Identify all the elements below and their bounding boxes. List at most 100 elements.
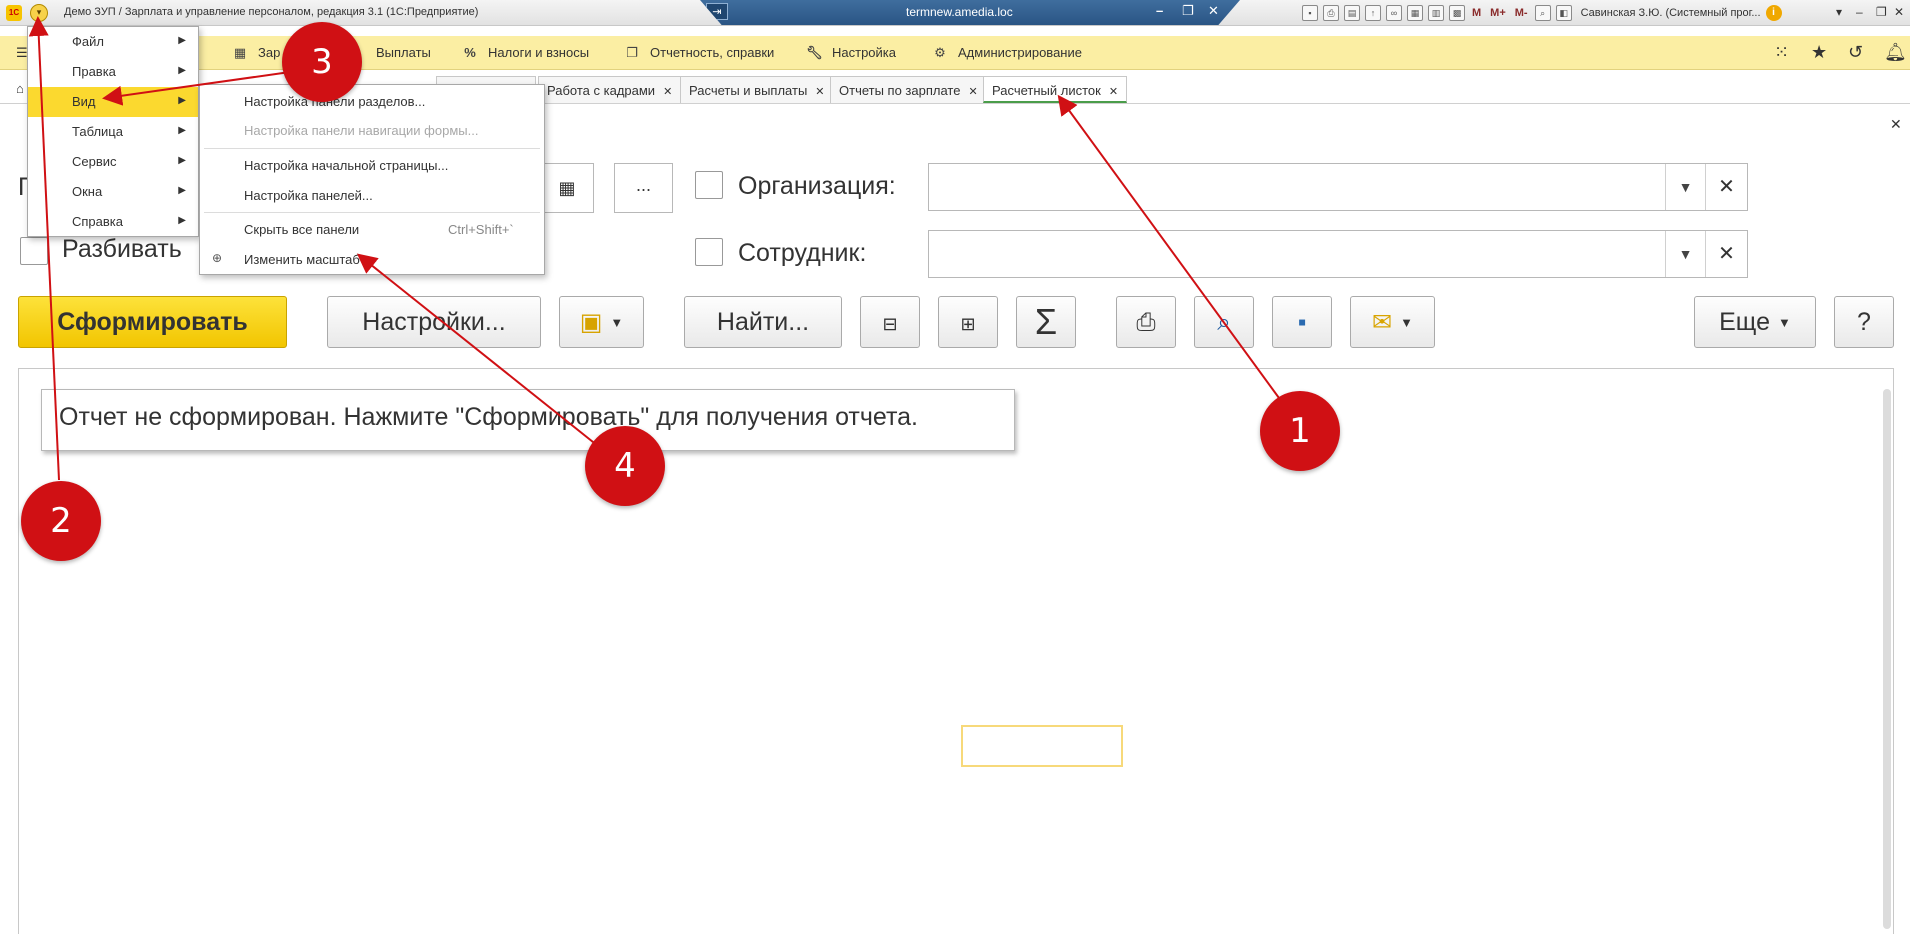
remote-restore-button[interactable]: ❐ xyxy=(1182,3,1194,19)
gear-icon: ⚙ xyxy=(934,45,946,60)
restore-button[interactable]: ❐ xyxy=(1876,5,1887,19)
clear-icon[interactable]: ✕ xyxy=(1705,231,1747,277)
section-administration[interactable]: ⚙ Администрирование xyxy=(932,45,1082,61)
section-taxes[interactable]: % Налоги и взносы xyxy=(462,45,589,60)
mail-icon: ✉ xyxy=(1372,309,1393,336)
chevron-right-icon: ▶ xyxy=(178,155,186,166)
save-icon[interactable]: ▪ xyxy=(1302,5,1318,21)
send-button[interactable]: ✉ ▼ xyxy=(1350,296,1435,348)
remote-session-bar: ⇥ termnew.amedia.loc – ❐ ✕ xyxy=(700,0,1240,25)
vertical-scrollbar[interactable] xyxy=(1883,389,1891,929)
annotation-badge-2: 2 xyxy=(21,481,101,561)
bell-icon[interactable]: 🔔︎ xyxy=(1884,42,1907,63)
pin-icon[interactable]: ⇥ xyxy=(706,3,728,20)
print-button[interactable]: ⎙ xyxy=(1116,296,1176,348)
chevron-down-icon[interactable]: ▾ xyxy=(1836,5,1842,19)
grid-apps-icon[interactable]: ⁙ xyxy=(1774,42,1789,63)
home-icon[interactable]: ⌂ xyxy=(16,81,24,96)
close-icon[interactable]: ✕ xyxy=(663,86,672,98)
calendar-button[interactable]: ▦ xyxy=(540,163,594,213)
employee-checkbox[interactable] xyxy=(695,238,723,266)
preview-icon[interactable]: ▤ xyxy=(1344,5,1360,21)
split-label: Разбивать xyxy=(62,235,182,263)
preview-button[interactable]: ⌕ xyxy=(1194,296,1254,348)
minimize-button[interactable]: – xyxy=(1856,5,1863,19)
memory-mminus-button[interactable]: M- xyxy=(1513,7,1530,19)
period-select-button[interactable]: ... xyxy=(614,163,673,213)
collapse-groups-button[interactable]: ⊟ xyxy=(860,296,920,348)
chevron-right-icon: ▶ xyxy=(178,185,186,196)
close-button[interactable]: ✕ xyxy=(1894,5,1904,19)
printer-icon[interactable]: ⎙ xyxy=(1323,5,1339,21)
close-icon[interactable]: ✕ xyxy=(1109,86,1118,98)
section-settings[interactable]: 🔧︎ Настройка xyxy=(806,45,896,61)
help-button[interactable]: ? xyxy=(1834,296,1894,348)
save-button[interactable]: ▪ xyxy=(1272,296,1332,348)
find-button[interactable]: Найти... xyxy=(684,296,842,348)
upload-icon[interactable]: ↑ xyxy=(1365,5,1381,21)
link-icon[interactable]: ∞ xyxy=(1386,5,1402,21)
section-salary[interactable]: ▦ Зар xyxy=(232,45,280,61)
more-button[interactable]: Еще ▼ xyxy=(1694,296,1816,348)
menu-hamburger-icon[interactable]: ☰ xyxy=(16,45,28,61)
section-payments[interactable]: Выплаты xyxy=(350,45,431,60)
chevron-down-icon[interactable]: ▼ xyxy=(1665,164,1705,210)
section-reports[interactable]: ❐ Отчетность, справки xyxy=(624,45,774,61)
memory-m-button[interactable]: M xyxy=(1470,7,1483,19)
menu-item-view[interactable]: Вид ▶ xyxy=(28,87,198,117)
remote-close-button[interactable]: ✕ xyxy=(1208,3,1219,19)
view-submenu: Настройка панели разделов... Настройка п… xyxy=(199,84,545,275)
menu-item-edit[interactable]: Правка ▶ xyxy=(28,57,198,87)
close-icon[interactable]: ✕ xyxy=(968,86,977,98)
table-icon[interactable]: ▦ xyxy=(1407,5,1423,21)
split-checkbox[interactable] xyxy=(20,237,48,265)
menu-item-windows[interactable]: Окна ▶ xyxy=(28,177,198,207)
star-icon[interactable]: ★ xyxy=(1811,42,1827,63)
panels-icon[interactable]: ◧ xyxy=(1555,5,1572,21)
sum-button[interactable]: Σ xyxy=(1016,296,1076,348)
chevron-down-icon[interactable]: ▼ xyxy=(1665,231,1705,277)
documents-icon: ❐ xyxy=(626,45,638,60)
submenu-panels-settings[interactable]: Настройка панелей... xyxy=(200,181,544,209)
submenu-change-zoom[interactable]: ⊕ Изменить масштаб xyxy=(200,245,544,273)
variant-button[interactable]: ▣ ▼ xyxy=(559,296,644,348)
expand-groups-button[interactable]: ⊞ xyxy=(938,296,998,348)
history-icon[interactable]: ↺ xyxy=(1848,42,1863,63)
report-area[interactable]: Отчет не сформирован. Нажмите "Сформиров… xyxy=(18,368,1894,934)
zoom-icon[interactable]: ⌕ xyxy=(1534,5,1551,21)
menu-item-table[interactable]: Таблица ▶ xyxy=(28,117,198,147)
tab-salary-reports[interactable]: Отчеты по зарплате ✕ xyxy=(830,76,987,103)
memory-mplus-button[interactable]: M+ xyxy=(1488,7,1508,19)
calculator-icon[interactable]: ▩ xyxy=(1449,5,1465,21)
settings-button[interactable]: Настройки... xyxy=(327,296,541,348)
current-user[interactable]: Савинская З.Ю. (Системный прог... xyxy=(1581,7,1761,19)
organization-field[interactable]: ▼ ✕ xyxy=(928,163,1748,211)
menu-item-service[interactable]: Сервис ▶ xyxy=(28,147,198,177)
submenu-form-navigation-settings: Настройка панели навигации формы... xyxy=(244,123,479,138)
main-menu-button[interactable]: ▾ xyxy=(30,4,48,22)
clear-icon[interactable]: ✕ xyxy=(1705,164,1747,210)
tab-personnel[interactable]: Работа с кадрами ✕ xyxy=(538,76,682,103)
menu-item-file[interactable]: Файл ▶ xyxy=(28,27,198,57)
chevron-down-icon: ▼ xyxy=(1778,315,1791,331)
submenu-hide-all-panels[interactable]: Скрыть все панели Ctrl+Shift+` xyxy=(200,215,544,243)
generate-button[interactable]: Сформировать xyxy=(18,296,287,348)
submenu-sections-panel-settings[interactable]: Настройка панели разделов... xyxy=(200,87,544,115)
selected-cell[interactable] xyxy=(961,725,1123,767)
shortcut-hint: Ctrl+Shift+` xyxy=(448,222,514,237)
organization-label: Организация: xyxy=(738,172,896,200)
tab-calculations[interactable]: Расчеты и выплаты ✕ xyxy=(680,76,834,103)
close-icon[interactable]: ✕ xyxy=(815,86,824,98)
percent-icon: % xyxy=(464,45,476,60)
submenu-start-page-settings[interactable]: Настройка начальной страницы... xyxy=(200,151,544,179)
preview-icon: ⌕ xyxy=(1217,309,1231,336)
remote-minimize-button[interactable]: – xyxy=(1156,3,1163,18)
calendar-icon[interactable]: ▥ xyxy=(1428,5,1444,21)
info-icon[interactable]: i xyxy=(1765,5,1782,21)
employee-field[interactable]: ▼ ✕ xyxy=(928,230,1748,278)
menu-item-help[interactable]: Справка ▶ xyxy=(28,207,198,237)
organization-checkbox[interactable] xyxy=(695,171,723,199)
tab-payslip[interactable]: Расчетный листок ✕ xyxy=(983,76,1128,103)
close-form-icon[interactable]: ✕ xyxy=(1890,116,1902,133)
chevron-down-icon: ▼ xyxy=(610,315,624,331)
